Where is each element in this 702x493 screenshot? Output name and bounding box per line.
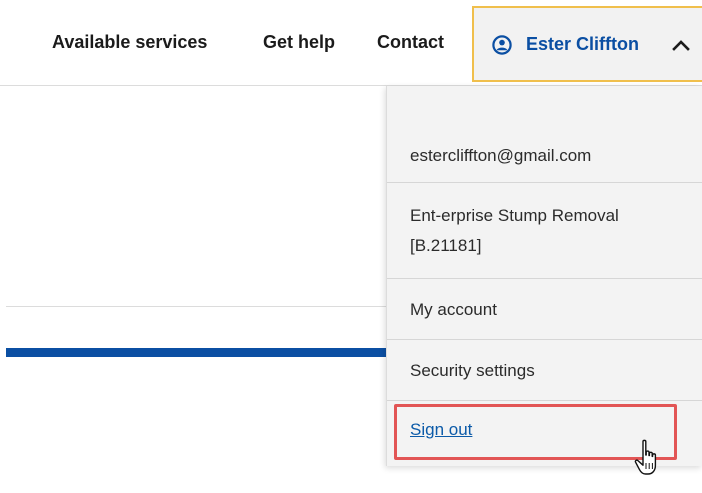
user-name: Ester Cliffton (526, 34, 640, 54)
organization-name: Ent-erprise Stump Removal (410, 206, 619, 225)
top-navigation: Available services Get help Contact Este… (0, 0, 702, 86)
chevron-up-icon (672, 40, 690, 51)
user-email: estercliffton@gmail.com (387, 128, 702, 183)
user-dropdown-menu: estercliffton@gmail.com Ent-erprise Stum… (386, 86, 702, 466)
menu-item-my-account[interactable]: My account (387, 279, 702, 340)
nav-link-get-help[interactable]: Get help (263, 32, 335, 53)
nav-link-available-services[interactable]: Available services (52, 32, 207, 53)
user-menu-button[interactable]: Ester Cliffton (472, 6, 702, 82)
content-divider (6, 306, 386, 307)
brand-accent-bar (6, 348, 386, 357)
organization-id: [B.21181] (410, 236, 482, 255)
user-circle-icon (492, 35, 512, 55)
menu-item-security-settings[interactable]: Security settings (387, 340, 702, 401)
hand-pointer-icon (634, 439, 657, 475)
organization-info: Ent-erprise Stump Removal [B.21181] (387, 183, 702, 279)
nav-link-contact[interactable]: Contact (377, 32, 444, 53)
